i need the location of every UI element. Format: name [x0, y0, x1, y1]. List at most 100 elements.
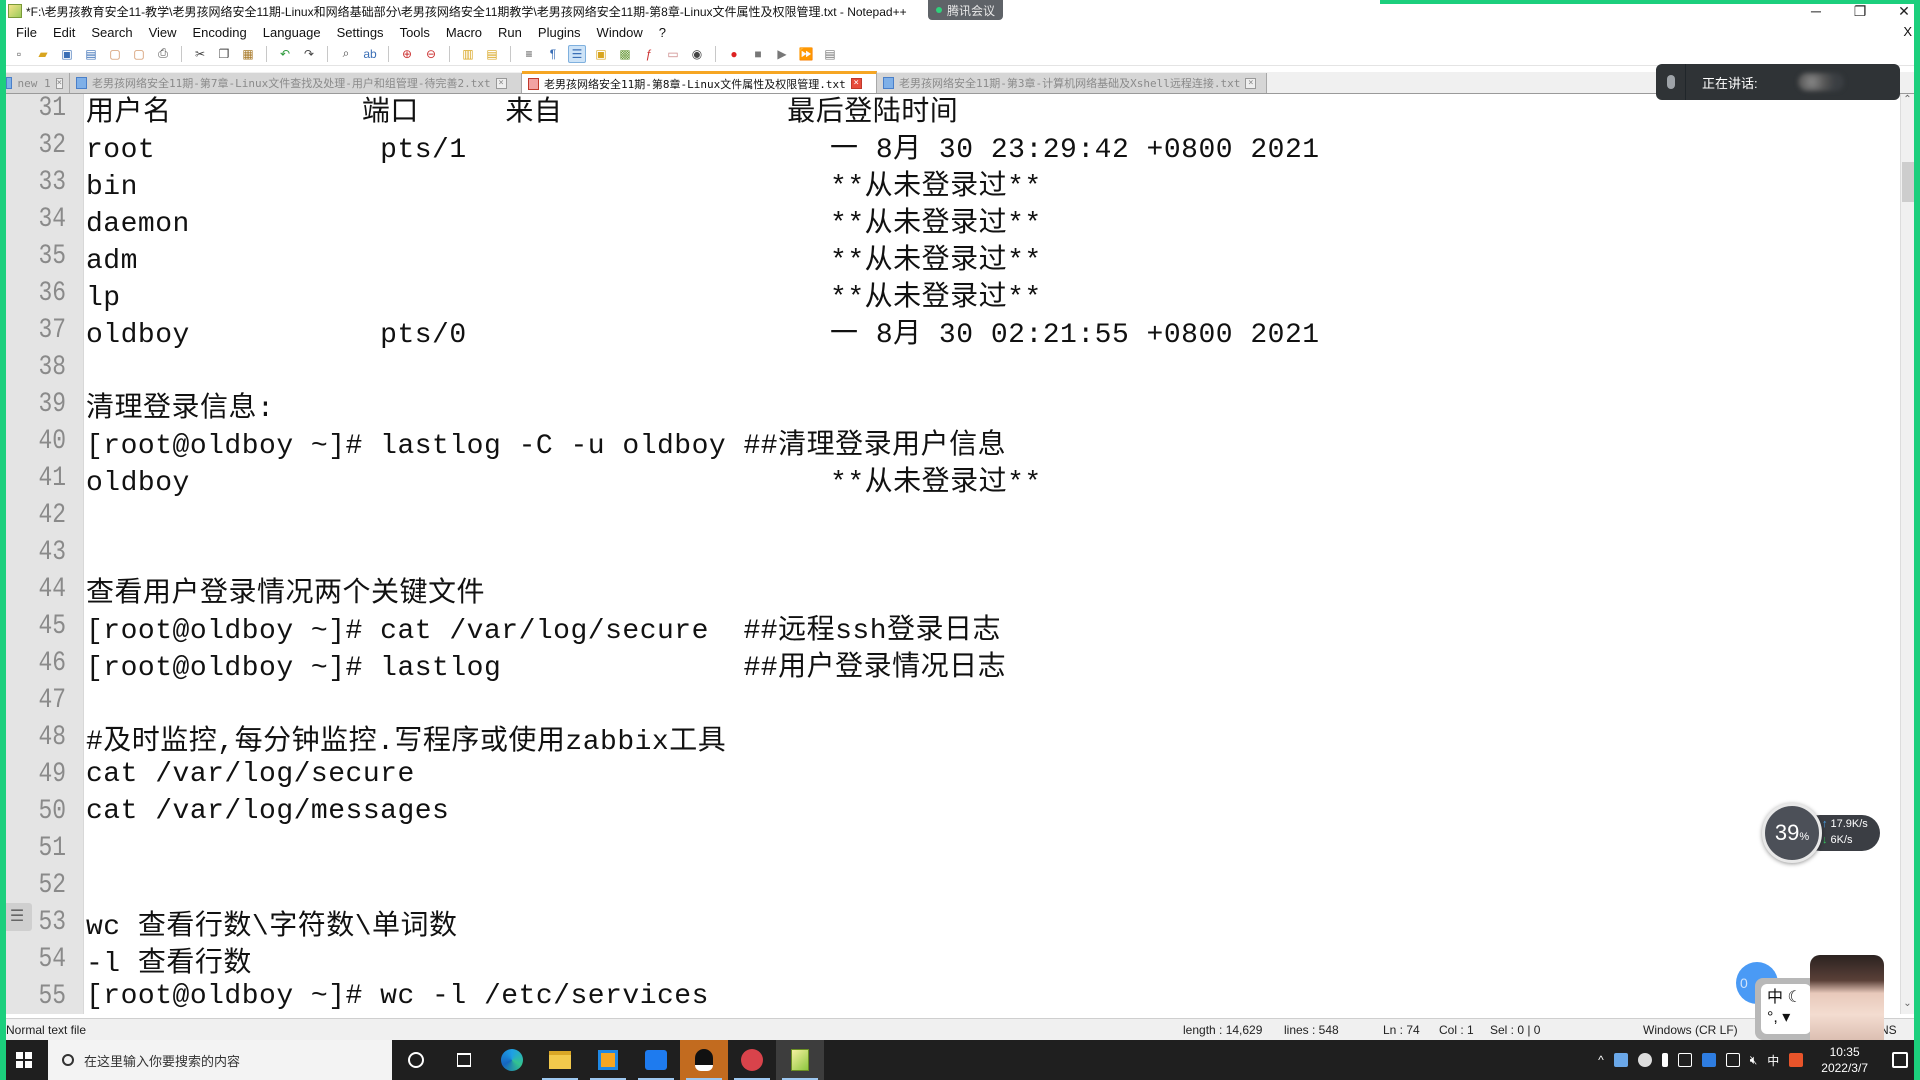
start-button[interactable]: [0, 1040, 48, 1080]
redo-icon[interactable]: ↷: [300, 45, 318, 63]
editor-line[interactable]: 35 adm **从未登录过**: [0, 238, 1900, 277]
menu-window[interactable]: Window: [589, 25, 651, 40]
taskbar-app-3[interactable]: [584, 1040, 632, 1080]
play-macro-icon[interactable]: ▶: [773, 45, 791, 63]
tab-close-icon[interactable]: ×: [55, 77, 63, 89]
editor-line[interactable]: 32 root pts/1 一 8月 30 23:29:42 +0800 2021: [0, 127, 1900, 166]
menu-file[interactable]: File: [8, 25, 45, 40]
find-icon[interactable]: ⌕: [337, 45, 355, 63]
restore-button[interactable]: ❐: [1852, 3, 1868, 20]
menu-language[interactable]: Language: [255, 25, 329, 40]
taskbar-search[interactable]: 在这里输入你要搜索的内容: [48, 1040, 392, 1080]
task-view-button[interactable]: [440, 1040, 488, 1080]
taskbar-app-4[interactable]: [632, 1040, 680, 1080]
text-editor[interactable]: 31 用户名 端口 来自 最后登陆时间 32 root pts/1 一 8月 30 2…: [0, 94, 1900, 1014]
taskbar-app-6[interactable]: [728, 1040, 776, 1080]
scroll-down-icon[interactable]: ⌄: [1901, 998, 1914, 1014]
editor-line[interactable]: 55 [root@oldboy ~]# wc -l /etc/services: [0, 978, 1900, 1014]
tray-app-icon[interactable]: [1677, 1053, 1692, 1067]
clock[interactable]: 10:35 2022/3/7: [1821, 1044, 1868, 1076]
taskbar-qq[interactable]: [680, 1040, 728, 1080]
tencent-meeting-badge[interactable]: 腾讯会议: [928, 0, 1004, 20]
editor-line[interactable]: 52: [0, 867, 1900, 904]
print-icon[interactable]: ⎙: [154, 45, 172, 63]
taskbar-file-explorer[interactable]: [536, 1040, 584, 1080]
paste-icon[interactable]: ▦: [239, 45, 257, 63]
fold-handle-icon[interactable]: ☰: [2, 903, 32, 931]
vertical-scrollbar[interactable]: ⌃ ⌄: [1900, 94, 1914, 1014]
usb-icon[interactable]: [1613, 1053, 1628, 1067]
menu-run[interactable]: Run: [490, 25, 530, 40]
zoom-out-icon[interactable]: ⊖: [422, 45, 440, 63]
tray-app-icon[interactable]: [1637, 1053, 1652, 1067]
cut-icon[interactable]: ✂: [191, 45, 209, 63]
editor-line[interactable]: 54 -l 查看行数: [0, 941, 1900, 980]
cortana-button[interactable]: [392, 1040, 440, 1080]
close-all-icon[interactable]: ▢: [130, 45, 148, 63]
menu-plugins[interactable]: Plugins: [530, 25, 589, 40]
copy-icon[interactable]: ❐: [215, 45, 233, 63]
new-file-icon[interactable]: ▫: [10, 45, 28, 63]
input-language-indicator[interactable]: 中: [1767, 1052, 1779, 1069]
editor-line[interactable]: 38: [0, 349, 1900, 386]
editor-line[interactable]: 41 oldboy **从未登录过**: [0, 460, 1900, 499]
editor-line[interactable]: 47: [0, 682, 1900, 719]
open-file-icon[interactable]: ▰: [34, 45, 52, 63]
microphone-icon[interactable]: [1661, 1053, 1668, 1067]
sync-horizontal-icon[interactable]: ▤: [483, 45, 501, 63]
sogou-ime-icon[interactable]: [1789, 1053, 1804, 1067]
editor-line[interactable]: 39 清理登录信息:: [0, 386, 1900, 425]
menu-encoding[interactable]: Encoding: [185, 25, 255, 40]
tab-close-icon[interactable]: ×: [1245, 77, 1257, 89]
menu-edit[interactable]: Edit: [45, 25, 83, 40]
word-wrap-icon[interactable]: ≡: [520, 45, 538, 63]
notification-center-icon[interactable]: [1892, 1052, 1908, 1068]
menu-search[interactable]: Search: [83, 25, 140, 40]
editor-line[interactable]: 40 [root@oldboy ~]# lastlog -C -u oldboy …: [0, 423, 1900, 462]
save-macro-icon[interactable]: ▤: [821, 45, 839, 63]
volume-muted-icon[interactable]: 🔇︎: [1750, 1053, 1758, 1068]
editor-line[interactable]: 46 [root@oldboy ~]# lastlog ##用户登录情况日志: [0, 645, 1900, 684]
taskbar-edge[interactable]: [488, 1040, 536, 1080]
stop-record-icon[interactable]: ■: [749, 45, 767, 63]
menu-view[interactable]: View: [141, 25, 185, 40]
show-all-chars-icon[interactable]: ¶: [544, 45, 562, 63]
menu-settings[interactable]: Settings: [329, 25, 392, 40]
editor-line[interactable]: 50 cat /var/log/messages: [0, 793, 1900, 830]
editor-line[interactable]: 48 #及时监控,每分钟监控.写程序或使用zabbix工具: [0, 719, 1900, 758]
menu-tools[interactable]: Tools: [392, 25, 438, 40]
close-document-button[interactable]: X: [1903, 24, 1912, 39]
taskbar-notepad-plus-plus[interactable]: [776, 1040, 824, 1080]
run-macro-multiple-icon[interactable]: ⏩: [797, 45, 815, 63]
editor-line[interactable]: 37 oldboy pts/0 一 8月 30 02:21:55 +0800 20…: [0, 312, 1900, 351]
tab-chapter-8[interactable]: 老男孩网络安全11期-第8章-Linux文件属性及权限管理.txt ×: [522, 71, 877, 93]
editor-line[interactable]: 36 lp **从未登录过**: [0, 275, 1900, 314]
monitoring-icon[interactable]: ◉: [688, 45, 706, 63]
editor-line[interactable]: 43: [0, 534, 1900, 571]
editor-line[interactable]: 45 [root@oldboy ~]# cat /var/log/secure #…: [0, 608, 1900, 647]
replace-icon[interactable]: ab: [361, 45, 379, 63]
network-icon[interactable]: [1725, 1053, 1740, 1067]
sync-vertical-icon[interactable]: ▥: [459, 45, 477, 63]
tab-chapter-3[interactable]: 老男孩网络安全11期-第3章-计算机网络基础及Xshell远程连接.txt ×: [877, 73, 1267, 93]
network-monitor-widget[interactable]: ↑ 17.9K/s ↓ 6K/s 39%: [1762, 803, 1882, 863]
save-icon[interactable]: ▣: [58, 45, 76, 63]
editor-line[interactable]: 51: [0, 830, 1900, 867]
undo-icon[interactable]: ↶: [276, 45, 294, 63]
scrollbar-thumb[interactable]: [1902, 162, 1914, 202]
user-defined-language-icon[interactable]: ▣: [592, 45, 610, 63]
editor-line[interactable]: 31 用户名 端口 来自 最后登陆时间: [0, 94, 1900, 129]
tab-chapter-7[interactable]: 老男孩网络安全11期-第7章-Linux文件查找及处理-用户和组管理-待完善2.…: [70, 73, 522, 93]
scroll-up-icon[interactable]: ⌃: [1901, 94, 1914, 110]
show-hidden-icons-icon[interactable]: ^: [1598, 1053, 1604, 1067]
editor-line[interactable]: 42: [0, 497, 1900, 534]
editor-line[interactable]: 33 bin **从未登录过**: [0, 164, 1900, 203]
menu-help[interactable]: ?: [651, 25, 674, 40]
zoom-in-icon[interactable]: ⊕: [398, 45, 416, 63]
function-list-icon[interactable]: ƒ: [640, 45, 658, 63]
indent-guide-icon[interactable]: ☰: [568, 44, 586, 63]
ime-mode-box[interactable]: 中 ☾ °, ▾: [1761, 984, 1811, 1034]
editor-line[interactable]: 44 查看用户登录情况两个关键文件: [0, 571, 1900, 610]
close-button[interactable]: ✕: [1896, 3, 1912, 20]
shield-icon[interactable]: [1701, 1053, 1716, 1067]
